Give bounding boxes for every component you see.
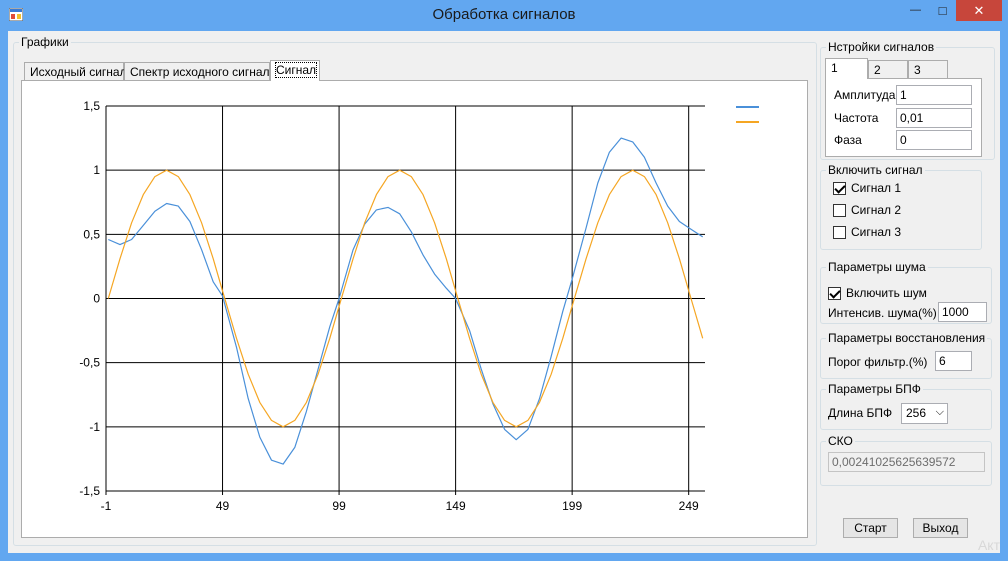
noise-intensity-input[interactable] xyxy=(938,302,987,322)
close-icon: ✕ xyxy=(973,3,985,18)
x-tick-label: -1 xyxy=(101,499,112,513)
fft-length-select[interactable]: 256 ⌵ xyxy=(901,403,948,424)
chevron-down-icon: ⌵ xyxy=(935,406,944,418)
amplitude-label: Амплитуда xyxy=(834,88,896,102)
signal-2-checkbox[interactable]: Сигнал 2 xyxy=(833,203,901,217)
signal-chart: 1,510,50-0,5-1-1,5-1 49 99 149 199 249 xyxy=(79,99,759,513)
signal-1-checkbox[interactable]: Сигнал 1 xyxy=(833,181,901,195)
fft-length-value: 256 xyxy=(906,406,927,420)
x-tick-label: 199 xyxy=(562,499,582,513)
tab-signal-2[interactable]: 2 xyxy=(868,60,908,79)
x-tick-label: 49 xyxy=(216,499,230,513)
frequency-label: Частота xyxy=(834,111,879,125)
noise-intensity-label: Интенсив. шума(%) xyxy=(828,306,937,320)
tab-signal-2-label: 2 xyxy=(874,63,881,77)
frequency-input[interactable] xyxy=(896,108,972,128)
signal-2-checkbox-label: Сигнал 2 xyxy=(851,203,902,217)
activation-watermark: Акт xyxy=(977,537,1000,553)
exit-button[interactable]: Выход xyxy=(913,518,968,538)
tab-source-spectrum-label: Спектр исходного сигнала xyxy=(130,65,277,79)
fft-group-label: Параметры БПФ xyxy=(828,382,921,396)
x-tick-label: 249 xyxy=(679,499,699,513)
phase-input[interactable] xyxy=(896,130,972,150)
tab-source-spectrum[interactable]: Спектр исходного сигнала xyxy=(124,62,276,81)
maximize-button[interactable]: □ xyxy=(929,0,956,21)
signal-settings-group-label: Нстройки сигналов xyxy=(828,40,935,54)
restore-group-label: Параметры восстановления xyxy=(828,331,986,345)
main-window: Обработка сигналов — □ ✕ Графики Исходны… xyxy=(0,0,1008,561)
minimize-icon: — xyxy=(910,4,921,16)
chart-tab-page: 1,5 1 0,5 0 -0,5 -1 -1,5 -1 49 99 149 199 249 xyxy=(21,80,808,538)
fft-length-label: Длина БПФ xyxy=(828,406,893,420)
y-tick-label: -1 xyxy=(89,420,100,434)
series-line-1 xyxy=(108,137,704,465)
y-tick-label: 1 xyxy=(93,163,100,177)
phase-label: Фаза xyxy=(834,133,862,147)
window-title: Обработка сигналов xyxy=(432,6,576,23)
noise-group-label: Параметры шума xyxy=(828,260,926,274)
enable-noise-checkbox-label: Включить шум xyxy=(846,286,927,300)
tab-signal-1[interactable]: 1 xyxy=(825,58,868,79)
tab-source-signal-label: Исходный сигнал xyxy=(30,65,127,79)
tab-signal-1-label: 1 xyxy=(831,61,838,75)
y-tick-label: -1,5 xyxy=(79,484,100,498)
title-bar[interactable]: Обработка сигналов — □ ✕ xyxy=(0,0,1008,30)
tab-signal-label: Сигнал xyxy=(274,62,318,78)
tab-source-signal[interactable]: Исходный сигнал xyxy=(24,62,127,81)
tab-signal-3[interactable]: 3 xyxy=(908,60,948,79)
signal-2-check-icon xyxy=(833,203,846,217)
signal-3-checkbox[interactable]: Сигнал 3 xyxy=(833,225,901,239)
x-tick-label: 99 xyxy=(332,499,346,513)
tab-signal[interactable]: Сигнал xyxy=(270,60,320,81)
close-button[interactable]: ✕ xyxy=(956,0,1002,21)
tab-signal-3-label: 3 xyxy=(914,63,921,77)
start-button[interactable]: Старт xyxy=(843,518,898,538)
filter-threshold-input[interactable] xyxy=(935,351,972,371)
signal-3-check-icon xyxy=(833,225,846,239)
filter-threshold-label: Порог фильтр.(%) xyxy=(828,355,928,369)
maximize-icon: □ xyxy=(938,3,947,18)
enable-noise-check-icon xyxy=(828,286,841,300)
y-tick-label: -0,5 xyxy=(79,356,100,370)
x-tick-label: 149 xyxy=(446,499,466,513)
amplitude-input[interactable] xyxy=(896,85,972,105)
y-tick-label: 1,5 xyxy=(83,99,100,113)
signal-1-checkbox-label: Сигнал 1 xyxy=(851,181,902,195)
enable-signal-group-label: Включить сигнал xyxy=(828,163,923,177)
y-tick-label: 0,5 xyxy=(83,227,100,241)
client-area: Графики Исходный сигнал Спектр исходного… xyxy=(8,31,1000,553)
signal-1-check-icon xyxy=(833,181,846,195)
enable-noise-checkbox[interactable]: Включить шум xyxy=(828,286,927,300)
signal-3-checkbox-label: Сигнал 3 xyxy=(851,225,902,239)
graphs-group-label: Графики xyxy=(21,35,69,49)
minimize-button[interactable]: — xyxy=(902,0,929,21)
y-tick-label: 0 xyxy=(93,292,100,306)
sko-group-label: СКО xyxy=(828,434,853,448)
sko-output xyxy=(828,452,985,472)
